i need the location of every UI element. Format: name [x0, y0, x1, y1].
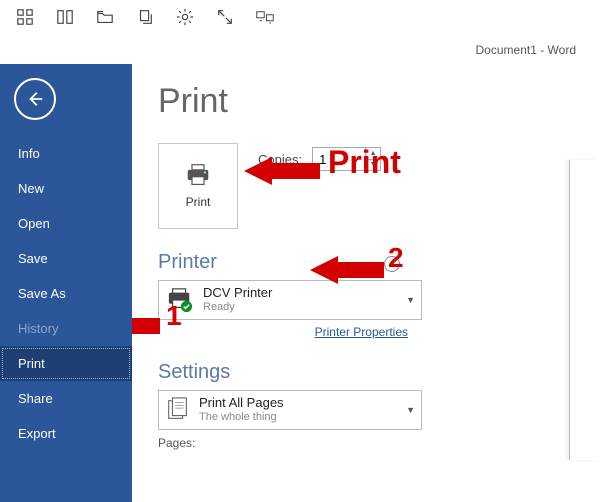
- title-bar: Document1 - Word: [0, 36, 600, 64]
- sidebar-item-new[interactable]: New: [0, 171, 132, 206]
- print-button[interactable]: Print: [158, 143, 238, 229]
- print-button-label: Print: [186, 195, 211, 209]
- copies-input[interactable]: [313, 148, 365, 170]
- chevron-down-icon: ▼: [406, 405, 415, 415]
- sidebar-item-print[interactable]: Print: [0, 346, 132, 381]
- sidebar-item-history: History: [0, 311, 132, 346]
- info-icon[interactable]: i: [384, 256, 400, 272]
- screens-icon[interactable]: [256, 8, 274, 29]
- folder-open-icon[interactable]: [96, 8, 114, 29]
- quick-access-toolbar: [0, 0, 600, 36]
- print-range-sub: The whole thing: [199, 411, 284, 425]
- printer-status-icon: [165, 287, 195, 313]
- sidebar-item-save[interactable]: Save: [0, 241, 132, 276]
- document-title: Document1 - Word: [476, 43, 576, 57]
- sidebar-item-open[interactable]: Open: [0, 206, 132, 241]
- back-button[interactable]: [14, 78, 56, 120]
- printer-status: Ready: [203, 301, 272, 315]
- print-range-dropdown[interactable]: Print All Pages The whole thing ▼: [158, 390, 422, 430]
- sidebar-item-export[interactable]: Export: [0, 416, 132, 451]
- copy-icon[interactable]: [136, 8, 154, 29]
- page-title: Print: [158, 82, 600, 121]
- pages-label: Pages:: [158, 436, 600, 450]
- printer-dropdown[interactable]: DCV Printer Ready ▼: [158, 280, 422, 320]
- printer-properties-link[interactable]: Printer Properties: [158, 325, 408, 339]
- printer-heading: Printer: [158, 251, 217, 274]
- print-panel: Print Print Copies: ▲ ▼: [132, 64, 600, 502]
- sidebar-item-share[interactable]: Share: [0, 381, 132, 416]
- print-preview-edge: [569, 160, 600, 460]
- apps-icon[interactable]: [16, 8, 34, 29]
- copies-stepper[interactable]: ▲ ▼: [312, 147, 381, 171]
- split-icon[interactable]: [56, 8, 74, 29]
- copies-up-icon[interactable]: ▲: [366, 148, 380, 160]
- print-range-title: Print All Pages: [199, 395, 284, 411]
- settings-heading: Settings: [158, 361, 600, 384]
- chevron-down-icon: ▼: [406, 295, 415, 305]
- pages-icon: [165, 397, 191, 423]
- sidebar-item-saveas[interactable]: Save As: [0, 276, 132, 311]
- gear-icon[interactable]: [176, 8, 194, 29]
- printer-icon: [184, 163, 212, 187]
- sidebar-item-info[interactable]: Info: [0, 136, 132, 171]
- copies-down-icon[interactable]: ▼: [366, 160, 380, 171]
- expand-icon[interactable]: [216, 8, 234, 29]
- printer-name: DCV Printer: [203, 285, 272, 301]
- backstage-sidebar: Info New Open Save Save As History Print…: [0, 64, 132, 502]
- copies-label: Copies:: [258, 152, 302, 167]
